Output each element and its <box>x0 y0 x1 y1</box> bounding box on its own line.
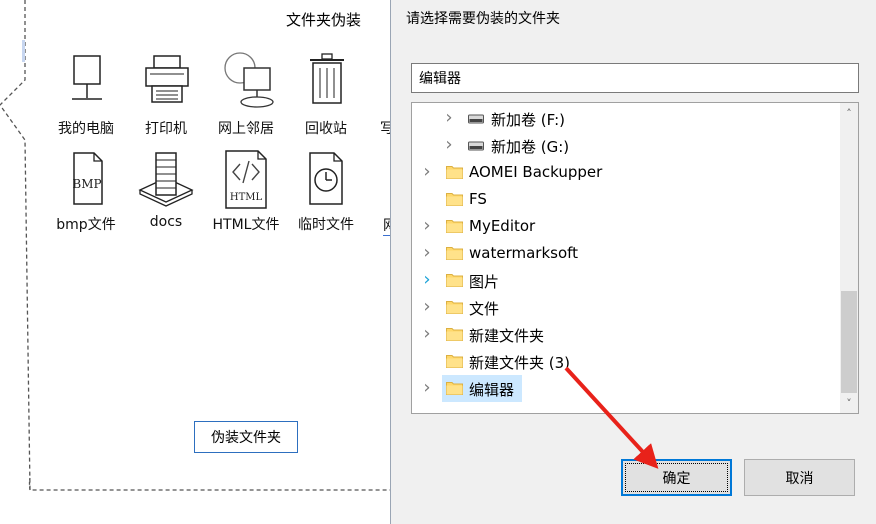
network-icon <box>224 52 274 108</box>
expand-chevron-icon[interactable]: › <box>420 325 434 343</box>
folder-icon <box>446 166 463 179</box>
computer-icon <box>72 55 102 100</box>
tree-item-folder[interactable]: FS <box>412 186 832 213</box>
icon-label: HTML文件 <box>212 217 280 233</box>
folder-icon <box>446 220 463 233</box>
panel-title: 文件夹伪装 <box>286 11 362 29</box>
tree-item-folder[interactable]: › AOMEI Backupper <box>412 159 832 186</box>
dialog-prompt: 请选择需要伪装的文件夹 <box>406 11 560 27</box>
scroll-thumb[interactable] <box>841 291 857 393</box>
scroll-down-arrow-icon[interactable]: ˅ <box>840 395 858 413</box>
tree-item-label: MyEditor <box>469 217 536 235</box>
expand-chevron-icon[interactable]: › <box>420 379 434 397</box>
folder-icon <box>446 301 463 314</box>
bmp-file-icon: BMP <box>72 152 103 205</box>
icon-option-temp-file[interactable]: 临时文件 <box>286 150 366 233</box>
icon-option-bmp-file[interactable]: BMP bmp文件 <box>46 150 126 233</box>
expand-chevron-icon[interactable]: › <box>420 298 434 316</box>
drive-icon <box>468 114 484 124</box>
printer-icon <box>145 55 189 103</box>
folder-disguise-panel: 文件夹伪装 我的电脑 打印机 网上邻居 回收站 写 BMP bmp文件 docs… <box>0 0 392 524</box>
tree-item-label: 新加卷 (G:) <box>491 138 570 156</box>
folder-icon <box>446 274 463 287</box>
folder-tree[interactable]: › 新加卷 (F:) › 新加卷 (G:) › AOMEI Backupper FS › MyE… <box>411 102 859 414</box>
tree-item-drive[interactable]: › 新加卷 (F:) <box>412 105 832 132</box>
tree-item-label: FS <box>469 190 487 208</box>
tree-item-label: 编辑器 <box>469 381 515 399</box>
icon-option-my-computer[interactable]: 我的电脑 <box>46 52 126 137</box>
docs-icon <box>138 152 194 207</box>
icon-label: 网上邻居 <box>218 121 274 137</box>
tree-item-folder[interactable]: › 新建文件夹 <box>412 321 832 348</box>
folder-path-input[interactable] <box>411 63 859 93</box>
focus-rect <box>625 463 728 492</box>
html-icon-text: HTML <box>230 192 263 203</box>
folder-icon <box>446 382 463 395</box>
folder-icon <box>446 328 463 341</box>
html-file-icon: HTML <box>225 150 267 209</box>
tree-item-folder[interactable]: › watermarksoft <box>412 240 832 267</box>
bmp-icon-text: BMP <box>72 177 101 191</box>
icon-option-docs[interactable]: docs <box>126 150 206 230</box>
icon-option-html-file[interactable]: HTML HTML文件 <box>206 150 286 233</box>
folder-icon <box>446 355 463 368</box>
cancel-button[interactable]: 取消 <box>744 459 855 496</box>
folder-icon <box>446 193 463 206</box>
expand-chevron-icon[interactable]: › <box>442 109 456 127</box>
icon-option-network[interactable]: 网上邻居 <box>206 52 286 137</box>
icon-label: 打印机 <box>145 121 187 137</box>
icon-label: docs <box>149 214 183 230</box>
tree-item-label: 文件 <box>469 300 500 318</box>
expand-chevron-icon[interactable]: › <box>420 271 434 289</box>
tree-item-label: watermarksoft <box>469 244 579 262</box>
icon-option-recycle-bin[interactable]: 回收站 <box>286 52 366 137</box>
icon-label: 我的电脑 <box>58 121 114 137</box>
tree-item-folder[interactable]: › 文件 <box>412 294 832 321</box>
scroll-up-arrow-icon[interactable]: ˄ <box>840 105 858 123</box>
icon-label: 回收站 <box>305 121 347 137</box>
ok-button[interactable]: 确定 <box>621 459 732 496</box>
tree-item-folder[interactable]: › MyEditor <box>412 213 832 240</box>
focus-marker <box>22 40 25 62</box>
icon-label: bmp文件 <box>56 217 116 233</box>
folder-icon <box>446 247 463 260</box>
icon-label: 临时文件 <box>298 217 354 233</box>
browse-folder-dialog: 请选择需要伪装的文件夹 › 新加卷 (F:) › 新加卷 (G:) › AOMEI Bac… <box>390 0 876 524</box>
icon-option-printer[interactable]: 打印机 <box>126 52 206 137</box>
tree-item-drive[interactable]: › 新加卷 (G:) <box>412 132 832 159</box>
temp-file-icon <box>309 152 343 205</box>
tree-item-label: 新建文件夹 (3) <box>469 354 571 372</box>
vertical-scrollbar[interactable]: ˄ ˅ <box>840 103 858 413</box>
expand-chevron-icon[interactable]: › <box>420 217 434 235</box>
tree-item-folder[interactable]: 新建文件夹 (3) <box>412 348 832 375</box>
expand-chevron-icon[interactable]: › <box>420 163 434 181</box>
drive-icon <box>468 141 484 151</box>
tree-item-label: AOMEI Backupper <box>469 163 603 181</box>
tree-item-folder[interactable]: › 图片 <box>412 267 832 294</box>
tree-item-folder[interactable]: › 编辑器 <box>412 375 832 402</box>
tree-item-label: 新建文件夹 <box>469 327 545 345</box>
tree-item-label: 新加卷 (F:) <box>491 111 565 129</box>
expand-chevron-icon[interactable]: › <box>420 244 434 262</box>
recycle-bin-icon <box>310 53 344 104</box>
disguise-folder-button[interactable]: 伪装文件夹 <box>194 421 298 453</box>
expand-chevron-icon[interactable]: › <box>442 136 456 154</box>
tree-item-label: 图片 <box>469 273 500 291</box>
